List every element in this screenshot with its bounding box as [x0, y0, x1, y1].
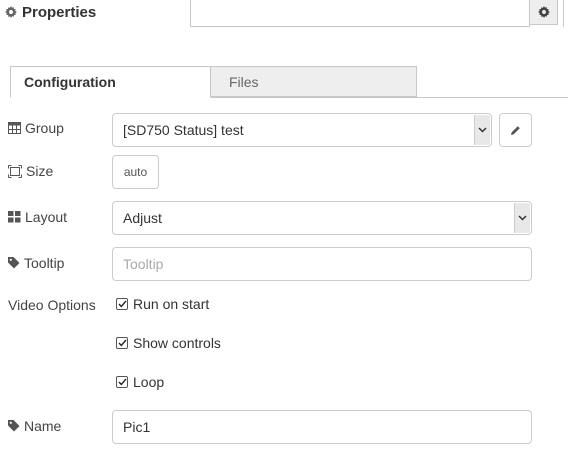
layout-select-caret[interactable] [514, 203, 530, 233]
layout-label: Layout [8, 209, 67, 225]
run-on-start-checkbox[interactable] [116, 298, 128, 310]
tag-icon [8, 257, 20, 269]
size-button[interactable]: auto [112, 155, 159, 189]
group-select-caret[interactable] [474, 115, 490, 145]
gear-icon [5, 6, 17, 18]
show-controls-checkbox[interactable] [116, 337, 128, 349]
layout-select-value: Adjust [123, 210, 162, 226]
group-label: Group [8, 120, 64, 136]
chevron-down-icon [478, 127, 487, 133]
name-input[interactable]: Pic1 [112, 410, 532, 444]
tag-icon [8, 420, 20, 432]
show-controls-option[interactable]: Show controls [116, 335, 221, 351]
edit-group-button[interactable] [499, 113, 532, 147]
checkmark-icon [117, 378, 127, 386]
video-options-label-text: Video Options [8, 297, 96, 313]
tab-configuration[interactable]: Configuration [10, 66, 211, 98]
layout-select[interactable]: Adjust [112, 201, 532, 235]
settings-button[interactable] [529, 0, 558, 25]
run-on-start-option[interactable]: Run on start [116, 296, 209, 312]
tooltip-label: Tooltip [8, 255, 64, 271]
grid-icon [8, 211, 21, 223]
name-label-text: Name [24, 418, 62, 434]
size-label-text: Size [26, 163, 54, 179]
table-icon [8, 122, 21, 134]
header-empty-area [190, 0, 530, 27]
header-edge [563, 0, 568, 27]
group-select[interactable]: [SD750 Status] test [112, 113, 492, 147]
group-select-value: [SD750 Status] test [123, 122, 244, 138]
checkmark-icon [117, 339, 127, 347]
loop-label: Loop [133, 374, 165, 390]
tooltip-placeholder: Tooltip [123, 256, 164, 272]
tooltip-label-text: Tooltip [24, 255, 65, 271]
gear-icon [537, 6, 550, 18]
group-label-text: Group [25, 120, 64, 136]
pencil-icon [511, 125, 520, 135]
name-input-value: Pic1 [123, 419, 151, 435]
checkmark-icon [117, 300, 127, 308]
name-label: Name [8, 418, 61, 434]
chevron-down-icon [518, 215, 527, 221]
resize-icon [8, 164, 22, 178]
loop-checkbox[interactable] [116, 376, 128, 388]
layout-label-text: Layout [25, 209, 68, 225]
tooltip-input[interactable]: Tooltip [112, 247, 532, 281]
size-label: Size [8, 163, 53, 179]
panel-title: Properties [22, 4, 97, 21]
tab-files[interactable]: Files [211, 66, 417, 97]
run-on-start-label: Run on start [133, 296, 210, 312]
loop-option[interactable]: Loop [116, 374, 164, 390]
video-options-label: Video Options [8, 297, 96, 313]
show-controls-label: Show controls [133, 335, 221, 351]
